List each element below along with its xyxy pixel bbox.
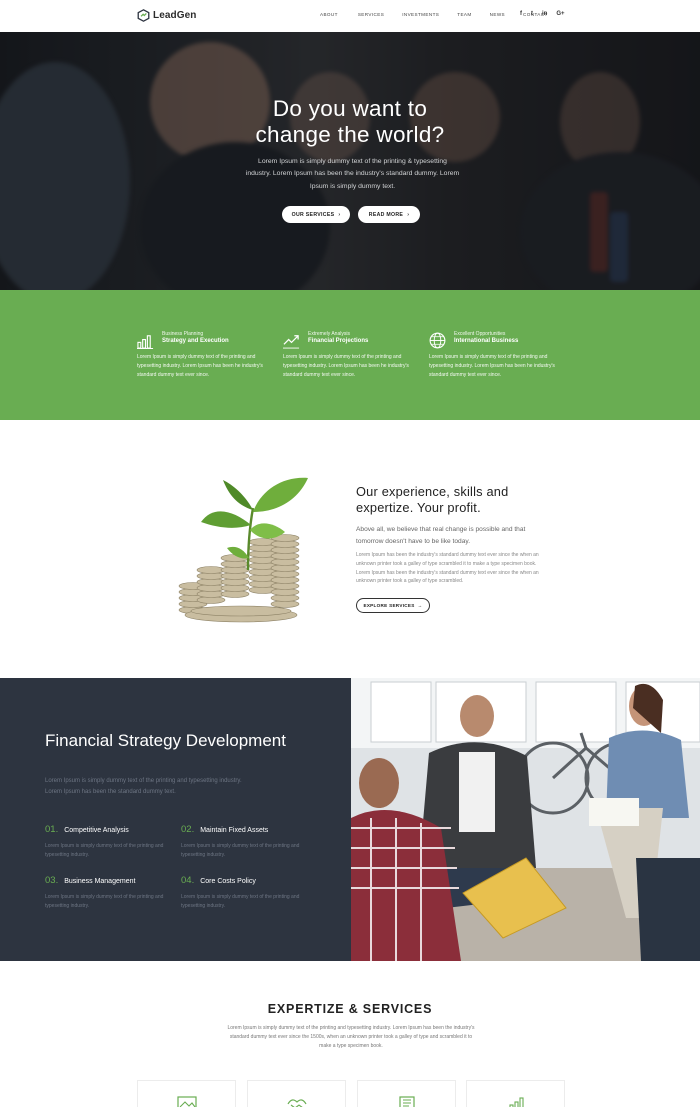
nav-news[interactable]: NEWS bbox=[490, 12, 505, 17]
strategy-item: 04. Core Costs Policy Lorem Ipsum is simp… bbox=[181, 875, 300, 909]
twitter-icon[interactable]: t bbox=[531, 11, 533, 17]
strategy-item: 03. Business Management Lorem Ipsum is si… bbox=[45, 875, 164, 909]
document-icon bbox=[399, 1096, 415, 1107]
image-icon bbox=[177, 1096, 197, 1107]
linkedin-icon[interactable]: in bbox=[542, 11, 547, 17]
experience-body: Lorem Ipsum has been the industry's stan… bbox=[356, 552, 539, 585]
service-card[interactable] bbox=[466, 1080, 565, 1107]
logo[interactable]: LeadGen bbox=[137, 9, 197, 22]
feature-desc: Lorem Ipsum is simply dummy text of the … bbox=[283, 354, 409, 379]
arrow-right-icon: → bbox=[417, 603, 423, 608]
feature-title: International Business bbox=[454, 338, 519, 344]
strategy-item: 01. Competitive Analysis Lorem Ipsum is s… bbox=[45, 824, 164, 858]
service-card[interactable] bbox=[137, 1080, 236, 1107]
handshake-icon bbox=[287, 1099, 307, 1107]
features-band: Business Planning Strategy and Execution… bbox=[0, 290, 700, 420]
strategy-item: 02. Maintain Fixed Assets Lorem Ipsum is … bbox=[181, 824, 300, 858]
expertize-subtitle: Lorem Ipsum is simply dummy text of the … bbox=[227, 1025, 475, 1050]
strategy-subtitle: Lorem Ipsum is simply dummy text of the … bbox=[45, 778, 242, 795]
expertize-title: EXPERTIZE & SERVICES bbox=[267, 1002, 433, 1016]
chevron-right-icon: › bbox=[407, 211, 410, 218]
feature-kicker: Business Planning bbox=[162, 331, 204, 337]
explore-services-button[interactable]: EXPLORE SERVICES → bbox=[356, 598, 430, 613]
hero-section: Do you want to change the world? Lorem I… bbox=[0, 32, 700, 290]
read-more-button[interactable]: READ MORE › bbox=[358, 206, 420, 223]
experience-title: Our experience, skills and expertize. Yo… bbox=[356, 484, 509, 515]
growth-chart-icon bbox=[509, 1097, 524, 1107]
feature-title: Financial Projections bbox=[308, 338, 369, 344]
google-plus-icon[interactable]: G+ bbox=[556, 11, 564, 17]
strategy-title: Financial Strategy Development bbox=[45, 731, 286, 750]
feature-title: Strategy and Execution bbox=[162, 338, 229, 344]
service-card[interactable] bbox=[357, 1080, 456, 1107]
nav-services[interactable]: SERVICES bbox=[358, 12, 384, 17]
logo-icon bbox=[137, 9, 150, 22]
logo-text: LeadGen bbox=[153, 10, 197, 21]
social-links: f t in G+ bbox=[520, 11, 565, 17]
top-navbar: LeadGen ABOUT SERVICES INVESTMENTS TEAM … bbox=[0, 0, 700, 32]
nav-investments[interactable]: INVESTMENTS bbox=[402, 12, 439, 17]
chevron-right-icon: › bbox=[338, 211, 341, 218]
bar-chart-icon bbox=[137, 335, 154, 349]
service-card[interactable] bbox=[247, 1080, 346, 1107]
feature-desc: Lorem Ipsum is simply dummy text of the … bbox=[137, 354, 263, 379]
facebook-icon[interactable]: f bbox=[520, 11, 522, 17]
plant-coins-image bbox=[178, 477, 308, 623]
nav-about[interactable]: ABOUT bbox=[320, 12, 338, 17]
experience-lead: Above all, we believe that real change i… bbox=[356, 526, 526, 545]
hero-subtitle: Lorem Ipsum is simply dummy text of the … bbox=[245, 158, 460, 190]
globe-icon bbox=[429, 332, 446, 349]
team-meeting-photo bbox=[351, 678, 700, 961]
trend-line-icon bbox=[283, 335, 300, 349]
strategy-section: Financial Strategy Development Lorem Ips… bbox=[0, 678, 351, 961]
nav-team[interactable]: TEAM bbox=[457, 12, 471, 17]
feature-desc: Lorem Ipsum is simply dummy text of the … bbox=[429, 354, 555, 379]
our-services-button[interactable]: OUR SERVICES › bbox=[282, 206, 350, 223]
feature-kicker: Extremely Analysis bbox=[308, 331, 350, 337]
hero-title: Do you want to change the world? bbox=[255, 96, 445, 147]
feature-kicker: Excellent Opportunities bbox=[454, 331, 506, 337]
